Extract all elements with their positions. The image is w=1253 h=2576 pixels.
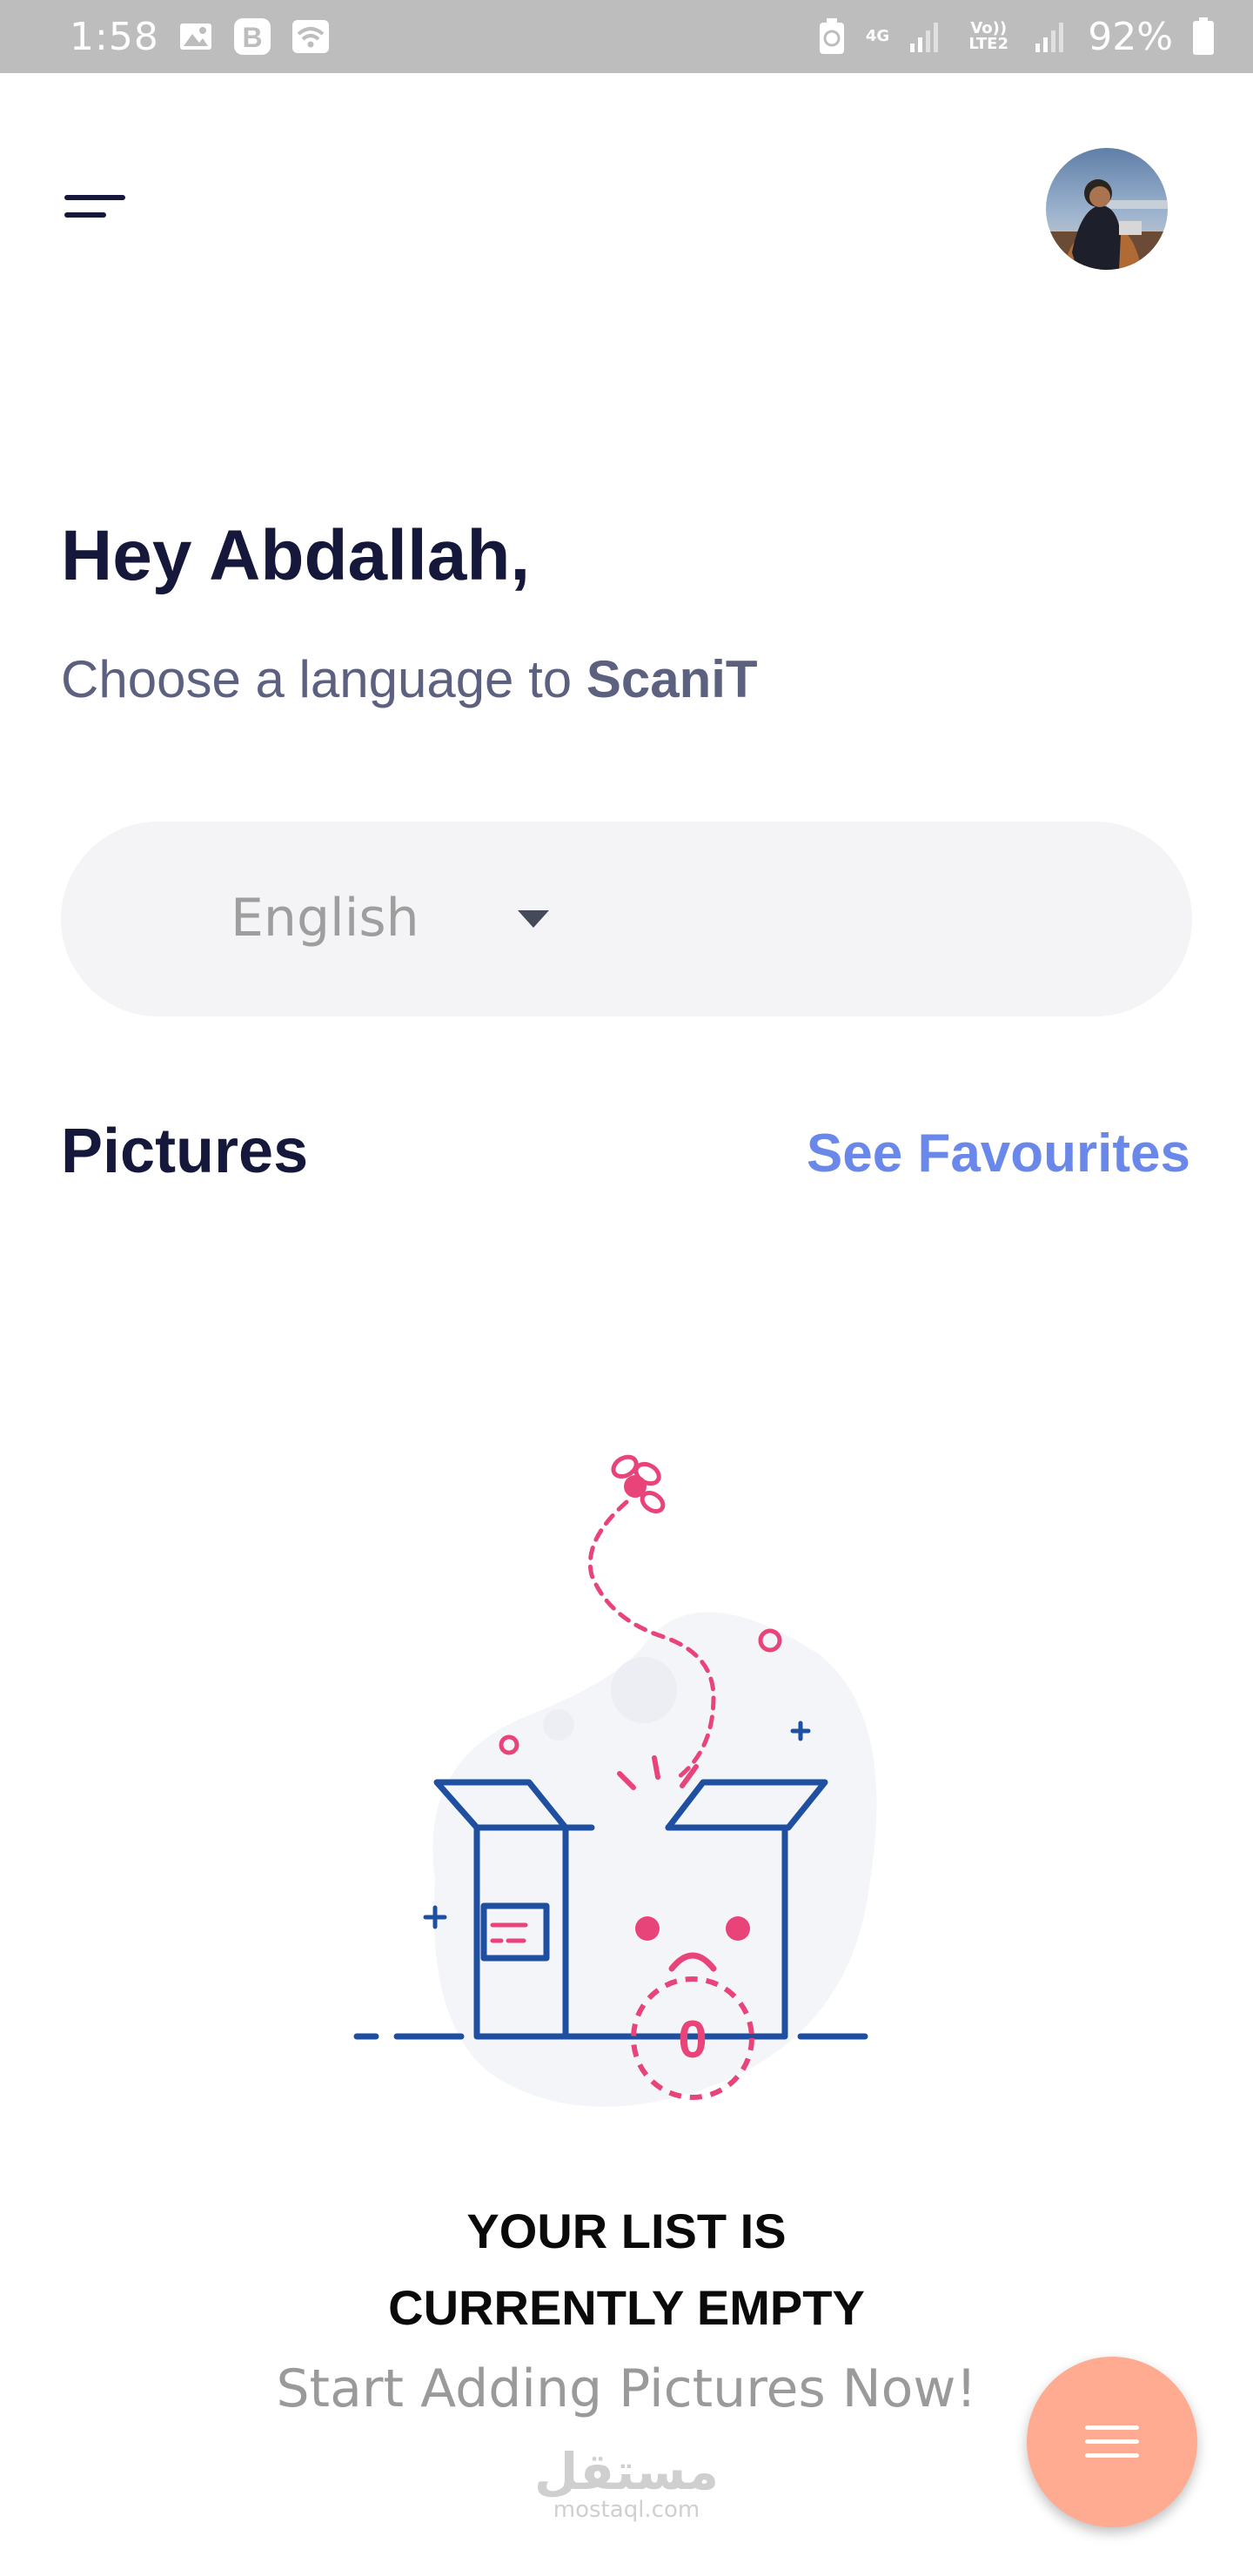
network-4g-icon: 4G: [866, 29, 889, 44]
pictures-title: Pictures: [61, 1117, 309, 1186]
gallery-icon: [178, 22, 213, 51]
avatar[interactable]: [1046, 148, 1168, 270]
menu-button[interactable]: [61, 190, 131, 228]
face-eye-left: [635, 1916, 660, 1941]
wifi-icon: [291, 19, 330, 54]
b-app-icon: B: [232, 17, 272, 57]
app-screen: 1:58 B 4G Vo)) LTE2 92% Hey Abdallah, Ch…: [0, 0, 1253, 2576]
empty-state-title: YOUR LIST IS CURRENTLY EMPTY: [0, 2193, 1253, 2346]
menu-lines-icon: [64, 195, 125, 218]
greeting-subtitle-prefix: Choose a language to: [61, 650, 586, 708]
empty-box-illustration: 0: [331, 1427, 888, 2123]
see-favourites-link[interactable]: See Favourites: [807, 1123, 1190, 1184]
status-time: 1:58: [70, 14, 159, 59]
battery-icon: [1192, 17, 1215, 56]
empty-state-title-line1: YOUR LIST IS: [466, 2204, 787, 2258]
status-bar: 1:58 B 4G Vo)) LTE2 92%: [0, 0, 1253, 73]
signal-icon-2: [1034, 19, 1069, 54]
battery-saver-icon: [817, 17, 847, 56]
network-4g-label: 4G: [865, 27, 890, 45]
illustration-bubble-2: [543, 1709, 574, 1741]
volte-label: Vo)) LTE2: [968, 19, 1008, 53]
empty-state-title-line2: CURRENTLY EMPTY: [388, 2280, 865, 2335]
bee-icon: [611, 1454, 666, 1513]
watermark: مستقل mostaql.com: [487, 2445, 766, 2522]
watermark-arabic: مستقل: [533, 2442, 720, 2501]
battery-percent: 92%: [1088, 14, 1173, 59]
user-avatar-image: [1046, 148, 1168, 270]
caret-down-icon: [518, 910, 549, 928]
signal-icon-1: [908, 19, 943, 54]
volte-icon: Vo)) LTE2: [962, 21, 1015, 52]
illustration-bubble-1: [611, 1657, 677, 1723]
greeting-subtitle: Choose a language to ScaniT: [61, 649, 758, 709]
zero-badge-count: 0: [678, 2010, 707, 2069]
face-eye-right: [726, 1916, 750, 1941]
app-name: ScaniT: [586, 650, 758, 708]
status-bar-right: 4G Vo)) LTE2 92%: [817, 15, 1215, 59]
greeting-title: Hey Abdallah,: [61, 516, 531, 595]
language-select[interactable]: English: [61, 822, 1192, 1016]
svg-text:B: B: [242, 22, 262, 53]
language-select-value: English: [231, 888, 419, 949]
fab-menu-button[interactable]: [1027, 2357, 1197, 2527]
status-bar-left: 1:58 B: [70, 15, 330, 59]
hamburger-icon: [1085, 2425, 1139, 2458]
watermark-latin: mostaql.com: [553, 2497, 700, 2523]
